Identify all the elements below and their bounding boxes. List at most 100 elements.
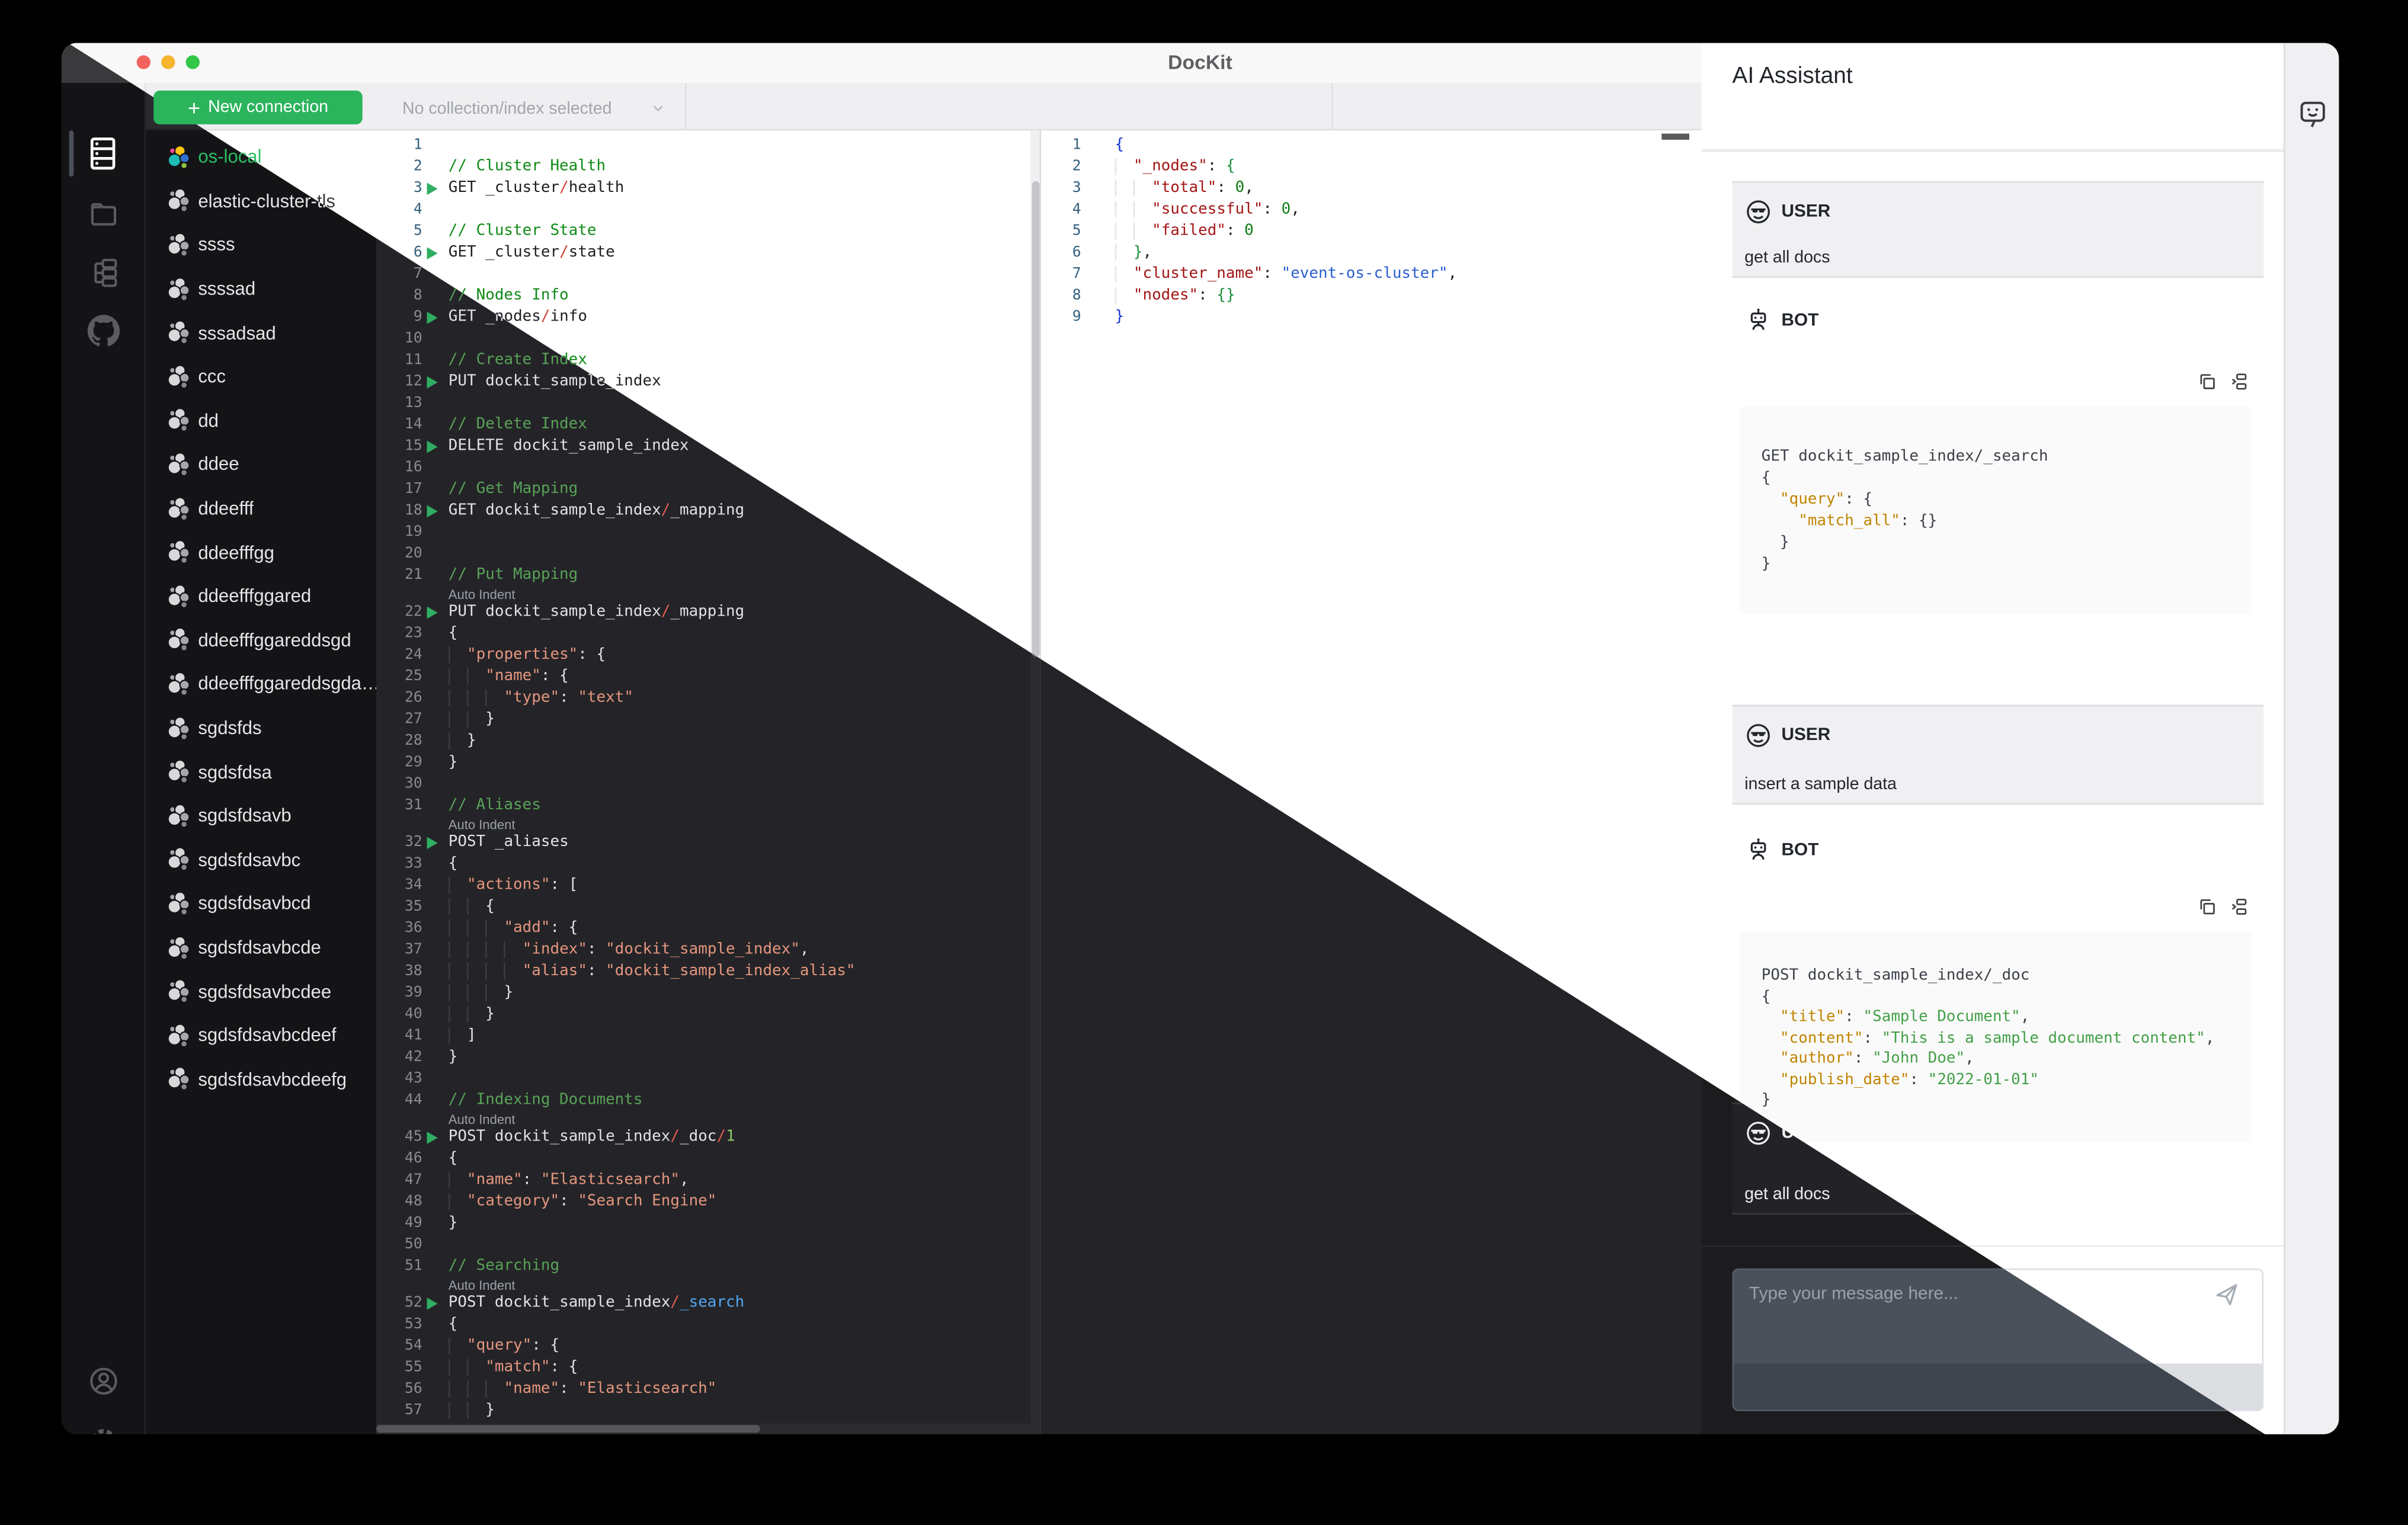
- editor-line[interactable]: 3GET _cluster/health: [376, 178, 1030, 200]
- run-query-icon[interactable]: [427, 1296, 438, 1309]
- connection-item[interactable]: sgdsfdsavbcde: [146, 925, 376, 969]
- auto-indent-hint[interactable]: Auto Indent: [449, 1111, 515, 1127]
- connection-item[interactable]: ddeefffggareddsgda…: [146, 662, 376, 706]
- insert-icon[interactable]: [2228, 371, 2249, 392]
- run-query-icon[interactable]: [427, 605, 438, 619]
- editor-line[interactable]: 47 "name": "Elasticsearch",: [376, 1170, 1030, 1191]
- editor-line[interactable]: 49}: [376, 1213, 1030, 1235]
- collection-index-select[interactable]: No collection/index selected: [387, 91, 678, 126]
- editor-line[interactable]: 27 }: [376, 709, 1030, 731]
- gear-icon[interactable]: [88, 1425, 121, 1434]
- connection-item[interactable]: sgdsfdsavbc: [146, 838, 376, 882]
- editor-line[interactable]: 46{: [376, 1149, 1030, 1170]
- insert-icon[interactable]: [2228, 897, 2249, 917]
- editor-line[interactable]: 6GET _cluster/state: [376, 243, 1030, 264]
- editor-line[interactable]: 54 "query": {: [376, 1336, 1030, 1357]
- connection-item[interactable]: ccc: [146, 355, 376, 399]
- editor-line[interactable]: 41 ]: [376, 1026, 1030, 1047]
- copy-icon[interactable]: [2198, 371, 2218, 392]
- auto-indent-hint[interactable]: Auto Indent: [449, 817, 515, 832]
- run-query-icon[interactable]: [427, 310, 438, 323]
- editor-line[interactable]: 4: [376, 200, 1030, 221]
- connection-item[interactable]: sgdsfds: [146, 706, 376, 750]
- editor-line[interactable]: 39 }: [376, 983, 1030, 1004]
- connection-item[interactable]: ssssad: [146, 267, 376, 310]
- editor-line[interactable]: 53{: [376, 1315, 1030, 1336]
- editor-line[interactable]: 36 "add": {: [376, 918, 1030, 940]
- database-icon[interactable]: [88, 137, 121, 171]
- editor-line[interactable]: 38 "alias": "dockit_sample_index_alias": [376, 961, 1030, 982]
- editor-line[interactable]: 33{: [376, 854, 1030, 875]
- editor-line[interactable]: 34 "actions": [: [376, 875, 1030, 896]
- user-icon[interactable]: [88, 1365, 121, 1399]
- editor-horizontal-thumb[interactable]: [376, 1425, 760, 1433]
- connection-item[interactable]: ddeefffgg: [146, 530, 376, 574]
- run-query-icon[interactable]: [427, 1130, 438, 1143]
- editor-line[interactable]: 48 "category": "Search Engine": [376, 1191, 1030, 1213]
- editor-line[interactable]: 23{: [376, 623, 1030, 645]
- connection-item[interactable]: ddeefff: [146, 486, 376, 530]
- editor-line[interactable]: 5// Cluster State: [376, 221, 1030, 242]
- connection-item[interactable]: ssss: [146, 223, 376, 267]
- editor-line[interactable]: 2// Cluster Health: [376, 156, 1030, 178]
- connection-item[interactable]: sgdsfdsa: [146, 750, 376, 794]
- chat-message-user: USER get all docs: [1732, 181, 2264, 278]
- editor-line[interactable]: 51// Searching: [376, 1256, 1030, 1277]
- connection-item[interactable]: ddee: [146, 443, 376, 486]
- folder-icon[interactable]: [88, 197, 121, 230]
- editor-line[interactable]: 56 "name": "Elasticsearch": [376, 1379, 1030, 1400]
- editor-line[interactable]: 29}: [376, 752, 1030, 774]
- run-query-icon[interactable]: [427, 246, 438, 259]
- line-number: 8: [413, 287, 422, 305]
- auto-indent-hint[interactable]: Auto Indent: [449, 587, 515, 602]
- connection-item[interactable]: ddeefffggareddsgd: [146, 618, 376, 662]
- editor-line[interactable]: 57 }: [376, 1401, 1030, 1422]
- editor-line[interactable]: 55 "match": {: [376, 1357, 1030, 1379]
- run-query-icon[interactable]: [427, 375, 438, 388]
- connection-item[interactable]: dd: [146, 399, 376, 443]
- bot-code-block[interactable]: GET dockit_sample_index/_search{ "query"…: [1740, 406, 2252, 614]
- editor-line[interactable]: 42}: [376, 1047, 1030, 1069]
- elastic-logo-icon: [164, 364, 190, 390]
- editor-line[interactable]: 26 "type": "text": [376, 688, 1030, 709]
- editor-line[interactable]: 24 "properties": {: [376, 645, 1030, 667]
- tree-icon[interactable]: [88, 257, 121, 290]
- editor-line[interactable]: 50: [376, 1235, 1030, 1256]
- editor-line[interactable]: 22PUT dockit_sample_index/_mapping: [376, 602, 1030, 623]
- editor-line[interactable]: 45POST dockit_sample_index/_doc/1: [376, 1127, 1030, 1148]
- copy-icon[interactable]: [2198, 897, 2218, 917]
- editor-line[interactable]: 28 }: [376, 731, 1030, 752]
- github-icon[interactable]: [87, 315, 121, 348]
- editor-line[interactable]: 44// Indexing Documents: [376, 1090, 1030, 1111]
- editor-scrollbar-thumb[interactable]: [1031, 181, 1039, 658]
- editor-line[interactable]: 40 }: [376, 1004, 1030, 1026]
- run-query-icon[interactable]: [427, 440, 438, 453]
- editor-line[interactable]: 25 "name": {: [376, 667, 1030, 688]
- connection-item[interactable]: sssadsad: [146, 311, 376, 355]
- editor-line[interactable]: 1: [376, 135, 1030, 156]
- connection-item[interactable]: ddeefffggared: [146, 574, 376, 618]
- editor-line[interactable]: 43: [376, 1069, 1030, 1090]
- run-query-icon[interactable]: [427, 182, 438, 194]
- connection-item[interactable]: sgdsfdsavbcdeefg: [146, 1058, 376, 1101]
- editor-line[interactable]: 30: [376, 774, 1030, 795]
- connection-item[interactable]: sgdsfdsavbcd: [146, 882, 376, 925]
- chat-bubble-icon[interactable]: [2297, 98, 2328, 129]
- editor-line[interactable]: 31// Aliases: [376, 796, 1030, 817]
- connection-item[interactable]: sgdsfdsavbcdee: [146, 969, 376, 1013]
- elastic-logo-icon: [164, 188, 190, 214]
- editor-line[interactable]: 52POST dockit_sample_index/_search: [376, 1293, 1030, 1314]
- connection-item[interactable]: sgdsfdsavbcdeef: [146, 1014, 376, 1058]
- auto-indent-hint[interactable]: Auto Indent: [449, 1277, 515, 1293]
- editor-line[interactable]: 37 "index": "dockit_sample_index",: [376, 940, 1030, 961]
- bot-code-block[interactable]: POST dockit_sample_index/_doc{ "title": …: [1740, 932, 2252, 1142]
- run-query-icon[interactable]: [427, 836, 438, 848]
- connection-list: os-localelastic-cluster-tlsssssssssadsss…: [146, 130, 376, 1434]
- connection-item[interactable]: sgdsfdsavb: [146, 794, 376, 838]
- smiley-shades-icon: [1744, 722, 1772, 749]
- editor-line[interactable]: 7: [376, 264, 1030, 286]
- editor-line[interactable]: 35 {: [376, 897, 1030, 918]
- editor-line[interactable]: 32POST _aliases: [376, 832, 1030, 854]
- send-icon[interactable]: [2213, 1281, 2241, 1309]
- run-query-icon[interactable]: [427, 504, 438, 517]
